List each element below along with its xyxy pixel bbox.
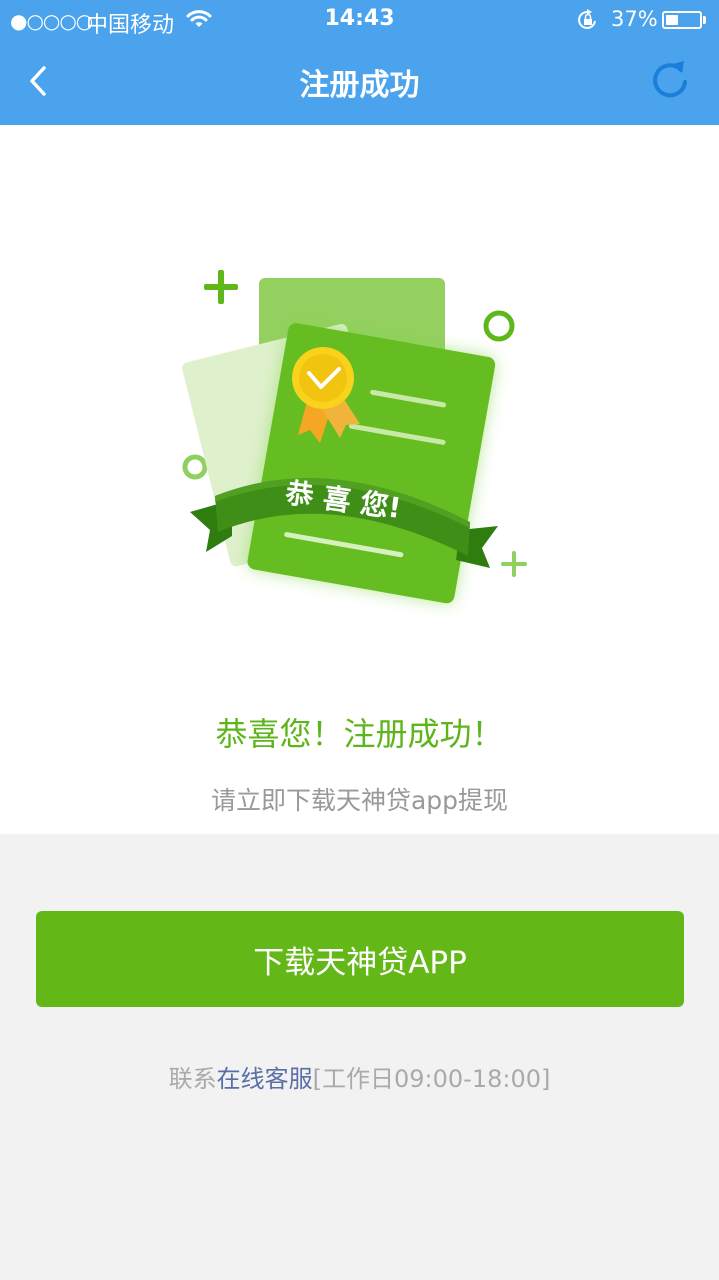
refresh-button[interactable] (646, 56, 696, 106)
battery-icon (662, 11, 702, 29)
success-subtitle: 请立即下载天神贷app提现 (210, 786, 509, 815)
online-service-link[interactable]: 在线客服 (217, 1065, 313, 1093)
page-title: 注册成功 (299, 68, 420, 103)
battery-tip (703, 16, 706, 24)
service-hours: [工作日09:00-18:00] (312, 1065, 551, 1093)
plus-decoration-icon (204, 270, 238, 304)
battery-percent: 37% (611, 7, 658, 31)
plus-decoration-icon (501, 551, 527, 577)
contact-line: 联系在线客服[工作日09:00-18:00] (0, 1059, 719, 1094)
success-title: 恭喜您！注册成功！ (215, 715, 504, 753)
content-card: 恭 喜 您! 恭喜您！注册成功！ 请立即下载天神贷app提现 (0, 125, 719, 834)
download-app-button[interactable]: 下载天神贷APP (36, 911, 684, 1007)
status-bar: ●○○○○ 中国移动 14:43 37% (0, 0, 719, 40)
success-illustration: 恭 喜 您! (170, 260, 530, 625)
rotation-lock-icon (576, 9, 600, 35)
circle-decoration-icon (182, 454, 208, 480)
battery-level (666, 15, 678, 25)
nav-bar: 注册成功 (0, 40, 719, 125)
certificate-icon (247, 323, 496, 604)
refresh-icon (653, 61, 687, 98)
circle-decoration-icon (483, 310, 515, 342)
contact-prefix: 联系 (168, 1065, 217, 1093)
